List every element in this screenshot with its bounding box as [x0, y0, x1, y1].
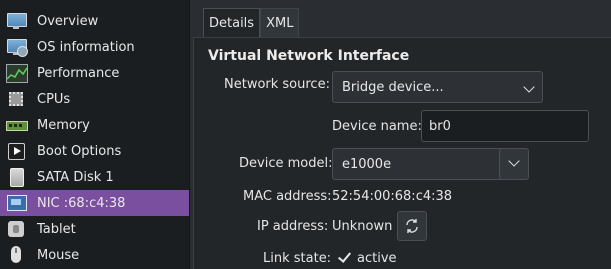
sidebar-item-label: Boot Options [37, 143, 122, 159]
sidebar-item-sata-disk-1[interactable]: SATA Disk 1 [0, 164, 189, 190]
network-source-value: Bridge device... [342, 79, 444, 95]
sidebar-item-label: Tablet [37, 221, 76, 237]
tab-bar: Details XML [203, 8, 300, 38]
mouse-icon [6, 246, 28, 264]
details-area: Details XML Virtual Network Interface Ne… [191, 0, 611, 269]
sidebar-item-os-information[interactable]: OS information [0, 34, 189, 60]
link-state-checkbox[interactable] [337, 249, 353, 266]
device-name-input[interactable]: br0 [421, 110, 589, 142]
refresh-icon [406, 219, 418, 233]
link-state-value: active [357, 251, 397, 266]
performance-graph-icon [6, 64, 28, 83]
chevron-down-icon [523, 81, 535, 93]
sidebar-item-label: OS information [37, 39, 135, 55]
disk-icon [6, 168, 28, 187]
sidebar-item-label: CPUs [37, 91, 71, 107]
check-icon [337, 249, 352, 263]
sidebar-item-label: Mouse [37, 247, 80, 263]
sidebar-item-boot-options[interactable]: Boot Options [0, 138, 189, 164]
tab-details[interactable]: Details [203, 8, 261, 37]
device-model-dropdown-button[interactable] [499, 148, 529, 180]
sidebar-item-cpus[interactable]: CPUs [0, 86, 189, 112]
chevron-down-icon [508, 155, 520, 167]
sidebar-item-label: Overview [37, 13, 99, 29]
device-model-label: Device model: [239, 156, 333, 171]
link-state-label: Link state: [263, 251, 332, 266]
os-info-icon [6, 38, 28, 57]
ip-address-value: Unknown [332, 219, 393, 234]
sidebar-item-label: Performance [37, 65, 120, 81]
device-model-combo[interactable]: e1000e [332, 148, 502, 180]
sidebar-item-label: Memory [37, 117, 90, 133]
sidebar-item-memory[interactable]: Memory [0, 112, 189, 138]
device-model-value: e1000e [342, 156, 392, 172]
mac-address-value: 52:54:00:68:c4:38 [332, 189, 453, 204]
tab-xml[interactable]: XML [260, 8, 300, 37]
sidebar-item-overview[interactable]: Overview [0, 8, 189, 34]
device-name-value: br0 [429, 118, 451, 134]
network-card-icon [6, 194, 28, 212]
vm-details-window: Overview OS information Performance CPUs [0, 0, 611, 269]
section-title: Virtual Network Interface [208, 48, 410, 64]
boot-icon [6, 142, 28, 160]
cpu-chip-icon [6, 90, 28, 108]
hardware-sidebar: Overview OS information Performance CPUs [0, 0, 190, 269]
memory-ram-icon [6, 116, 28, 134]
sidebar-item-nic[interactable]: NIC :68:c4:38 [0, 190, 189, 216]
sidebar-item-label: SATA Disk 1 [37, 169, 114, 185]
device-name-label: Device name: [332, 119, 422, 134]
sidebar-item-mouse[interactable]: Mouse [0, 242, 189, 268]
tablet-icon [6, 220, 28, 238]
ip-address-label: IP address: [257, 219, 329, 234]
network-source-label: Network source: [224, 77, 330, 92]
sidebar-item-performance[interactable]: Performance [0, 60, 189, 86]
monitor-icon [6, 12, 28, 30]
sidebar-item-label: NIC :68:c4:38 [37, 195, 126, 211]
mac-address-label: MAC address: [243, 189, 332, 204]
sidebar-item-tablet[interactable]: Tablet [0, 216, 189, 242]
network-source-dropdown[interactable]: Bridge device... [332, 71, 543, 103]
refresh-ip-button[interactable] [397, 211, 427, 241]
